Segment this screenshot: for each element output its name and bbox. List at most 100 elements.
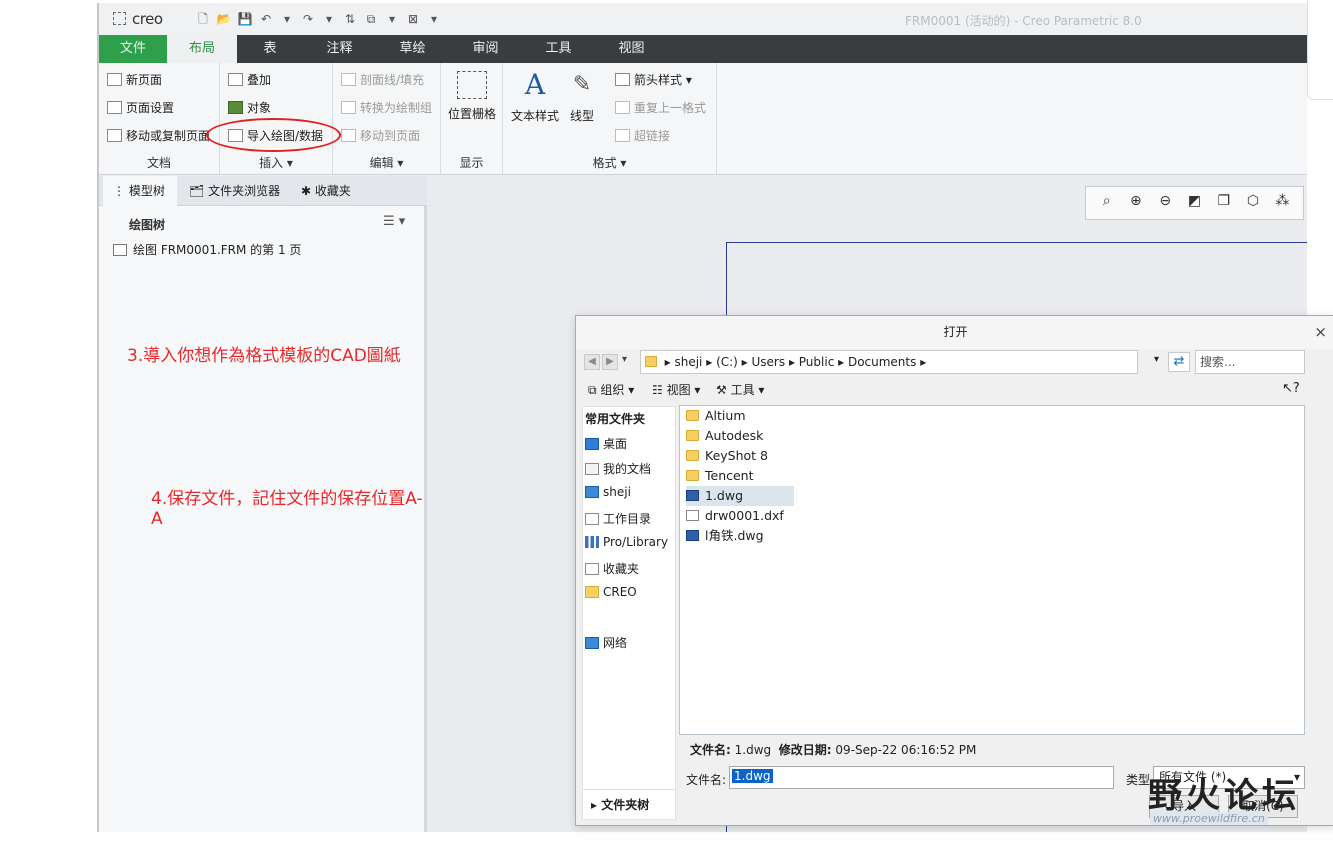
group-label-edit[interactable]: 编辑 ▾ bbox=[333, 154, 440, 171]
grid-icon bbox=[457, 71, 487, 99]
sidebar-item-desktop[interactable]: 桌面 bbox=[585, 435, 627, 452]
tab-model-tree[interactable]: ⋮ 模型树 bbox=[103, 176, 177, 206]
move-page-icon bbox=[107, 129, 122, 142]
tree-item-page[interactable]: 绘图 FRM0001.FRM 的第 1 页 bbox=[113, 241, 301, 258]
dxf-file-icon bbox=[686, 510, 699, 521]
tab-layout[interactable]: 布局 bbox=[167, 35, 237, 63]
grid-button[interactable]: 位置栅格 bbox=[445, 71, 499, 122]
arrow-style-button[interactable]: 箭头样式 ▾ bbox=[615, 71, 692, 88]
repeat-format-button[interactable]: 重复上一格式 bbox=[615, 99, 706, 116]
open-file-icon[interactable]: 📂 bbox=[216, 11, 232, 27]
repeat-format-icon bbox=[615, 101, 630, 114]
list-item[interactable]: Altium bbox=[686, 406, 752, 426]
new-page-icon bbox=[107, 73, 122, 86]
tab-favorites[interactable]: ✱ 收藏夹 bbox=[297, 176, 377, 206]
group-label-format[interactable]: 格式 ▾ bbox=[503, 154, 716, 171]
history-dropdown-icon[interactable]: ▾ bbox=[622, 354, 627, 365]
list-item[interactable]: drw0001.dxf bbox=[686, 506, 790, 526]
text-style-button[interactable]: A 文本样式 bbox=[507, 69, 563, 124]
dropdown-icon[interactable]: ▾ bbox=[321, 11, 337, 27]
help-icon[interactable]: ↖? bbox=[1282, 381, 1300, 396]
computer-icon bbox=[585, 486, 599, 498]
windows-icon[interactable]: ⧉ bbox=[363, 11, 379, 27]
undo-icon[interactable]: ↶ bbox=[258, 11, 274, 27]
annotation-step3: 3.導入你想作為格式模板的CAD圖紙 bbox=[127, 346, 401, 366]
view-menu[interactable]: ☷ 视图 ▾ bbox=[652, 381, 700, 398]
tree-settings-icon[interactable]: ☰ ▾ bbox=[383, 214, 405, 229]
tab-table[interactable]: 表 bbox=[237, 35, 303, 63]
organize-menu[interactable]: ⧉ 组织 ▾ bbox=[588, 381, 634, 398]
drawing-page-icon bbox=[113, 244, 127, 256]
tab-tools[interactable]: 工具 bbox=[522, 35, 595, 63]
zoom-out-icon[interactable]: ⊖ bbox=[1155, 193, 1175, 213]
dwg-file-icon bbox=[686, 490, 699, 501]
window-menu-icon[interactable] bbox=[113, 12, 126, 25]
sidebar-item-sheji[interactable]: sheji bbox=[585, 485, 631, 499]
sidebar-item-creo[interactable]: CREO bbox=[585, 585, 637, 599]
open-dialog: 打开 × ◀ ▶ ▾ ▸ sheji ▸ (C:) ▸ Users ▸ Publ… bbox=[575, 315, 1333, 826]
refresh-icon[interactable]: ⇄ bbox=[1168, 352, 1190, 372]
group-format: A 文本样式 ✎ 线型 箭头样式 ▾ 重复上一格式 超链接 格式 ▾ bbox=[503, 63, 717, 175]
tab-folder-browser[interactable]: 🗂 文件夹浏览器 bbox=[185, 176, 295, 206]
group-label-insert[interactable]: 插入 ▾ bbox=[220, 154, 332, 171]
move-to-page-button[interactable]: 移动到页面 bbox=[341, 127, 420, 144]
layer-icon[interactable]: ⬡ bbox=[1243, 193, 1263, 213]
filename-input[interactable]: 1.dwg bbox=[729, 766, 1114, 789]
line-style-button[interactable]: ✎ 线型 bbox=[563, 69, 601, 124]
refit-icon[interactable]: ⌕ bbox=[1097, 193, 1117, 213]
overlay-button[interactable]: 叠加 bbox=[228, 71, 271, 88]
view-toolbar: ⌕ ⊕ ⊖ ◩ ❐ ⬡ ⁂ bbox=[1085, 186, 1304, 220]
group-label-document: 文档 bbox=[146, 156, 171, 170]
arrow-style-icon bbox=[615, 73, 630, 86]
desktop-icon bbox=[585, 438, 599, 450]
search-input[interactable]: 搜索... bbox=[1195, 350, 1305, 374]
tab-sketch[interactable]: 草绘 bbox=[376, 35, 449, 63]
watermark-url: www.proewildfire.cn bbox=[1150, 812, 1268, 825]
close-window-icon[interactable]: ⊠ bbox=[405, 11, 421, 27]
convert-to-group-button[interactable]: 转换为绘制组 bbox=[341, 99, 432, 116]
sidebar-item-network[interactable]: 网络 bbox=[585, 634, 627, 651]
hatch-fill-button[interactable]: 剖面线/填充 bbox=[341, 71, 424, 88]
address-bar[interactable]: ▸ sheji ▸ (C:) ▸ Users ▸ Public ▸ Docume… bbox=[640, 350, 1138, 374]
zoom-in-icon[interactable]: ⊕ bbox=[1126, 193, 1146, 213]
address-dropdown-icon[interactable]: ▾ bbox=[1154, 354, 1159, 365]
close-icon[interactable]: × bbox=[1314, 316, 1327, 349]
object-icon bbox=[228, 101, 243, 114]
list-item[interactable]: Autodesk bbox=[686, 426, 769, 446]
new-file-icon[interactable]: 🗋 bbox=[195, 11, 211, 27]
list-item[interactable]: l角铁.dwg bbox=[686, 526, 770, 546]
sidebar-item-working-directory[interactable]: 工作目录 bbox=[585, 510, 651, 527]
list-item[interactable]: KeyShot 8 bbox=[686, 446, 774, 466]
common-folders-header: 常用文件夹 bbox=[585, 412, 646, 426]
page-setup-button[interactable]: 页面设置 bbox=[107, 99, 174, 116]
sidebar-item-favorites[interactable]: 收藏夹 bbox=[585, 560, 639, 577]
tools-menu[interactable]: ⚒ 工具 ▾ bbox=[716, 381, 764, 398]
customize-icon[interactable]: ▾ bbox=[426, 11, 442, 27]
tab-annotate[interactable]: 注释 bbox=[303, 35, 376, 63]
repaint-icon[interactable]: ◩ bbox=[1184, 193, 1204, 213]
tab-file[interactable]: 文件 bbox=[99, 35, 167, 63]
regenerate-icon[interactable]: ⇅ bbox=[342, 11, 358, 27]
tab-view[interactable]: 视图 bbox=[595, 35, 668, 63]
tab-review[interactable]: 审阅 bbox=[449, 35, 522, 63]
annotation-step4: 4.保存文件，記住文件的保存位置A-A bbox=[151, 489, 423, 529]
list-item-selected[interactable]: 1.dwg bbox=[686, 486, 794, 506]
redo-icon[interactable]: ↷ bbox=[300, 11, 316, 27]
display-style-icon[interactable]: ❐ bbox=[1214, 193, 1234, 213]
folder-tree-toggle[interactable]: ▸ 文件夹树 bbox=[583, 789, 675, 819]
list-item[interactable]: Tencent bbox=[686, 466, 760, 486]
sidebar-item-pro-library[interactable]: Pro/Library bbox=[585, 535, 668, 549]
folder-icon bbox=[645, 356, 657, 367]
forward-icon[interactable]: ▶ bbox=[602, 354, 618, 370]
dropdown-icon[interactable]: ▾ bbox=[279, 11, 295, 27]
move-copy-page-button[interactable]: 移动或复制页面 bbox=[107, 127, 210, 144]
save-icon[interactable]: 💾 bbox=[237, 11, 253, 27]
back-icon[interactable]: ◀ bbox=[584, 354, 600, 370]
object-button[interactable]: 对象 bbox=[228, 99, 271, 116]
new-page-button[interactable]: 新页面 bbox=[107, 71, 162, 88]
hyperlink-button[interactable]: 超链接 bbox=[615, 127, 670, 144]
sidebar-item-documents[interactable]: 我的文档 bbox=[585, 460, 651, 477]
sketch-display-icon[interactable]: ⁂ bbox=[1272, 193, 1292, 213]
dropdown-icon[interactable]: ▾ bbox=[384, 11, 400, 27]
group-display: 位置栅格 显示 bbox=[441, 63, 503, 175]
